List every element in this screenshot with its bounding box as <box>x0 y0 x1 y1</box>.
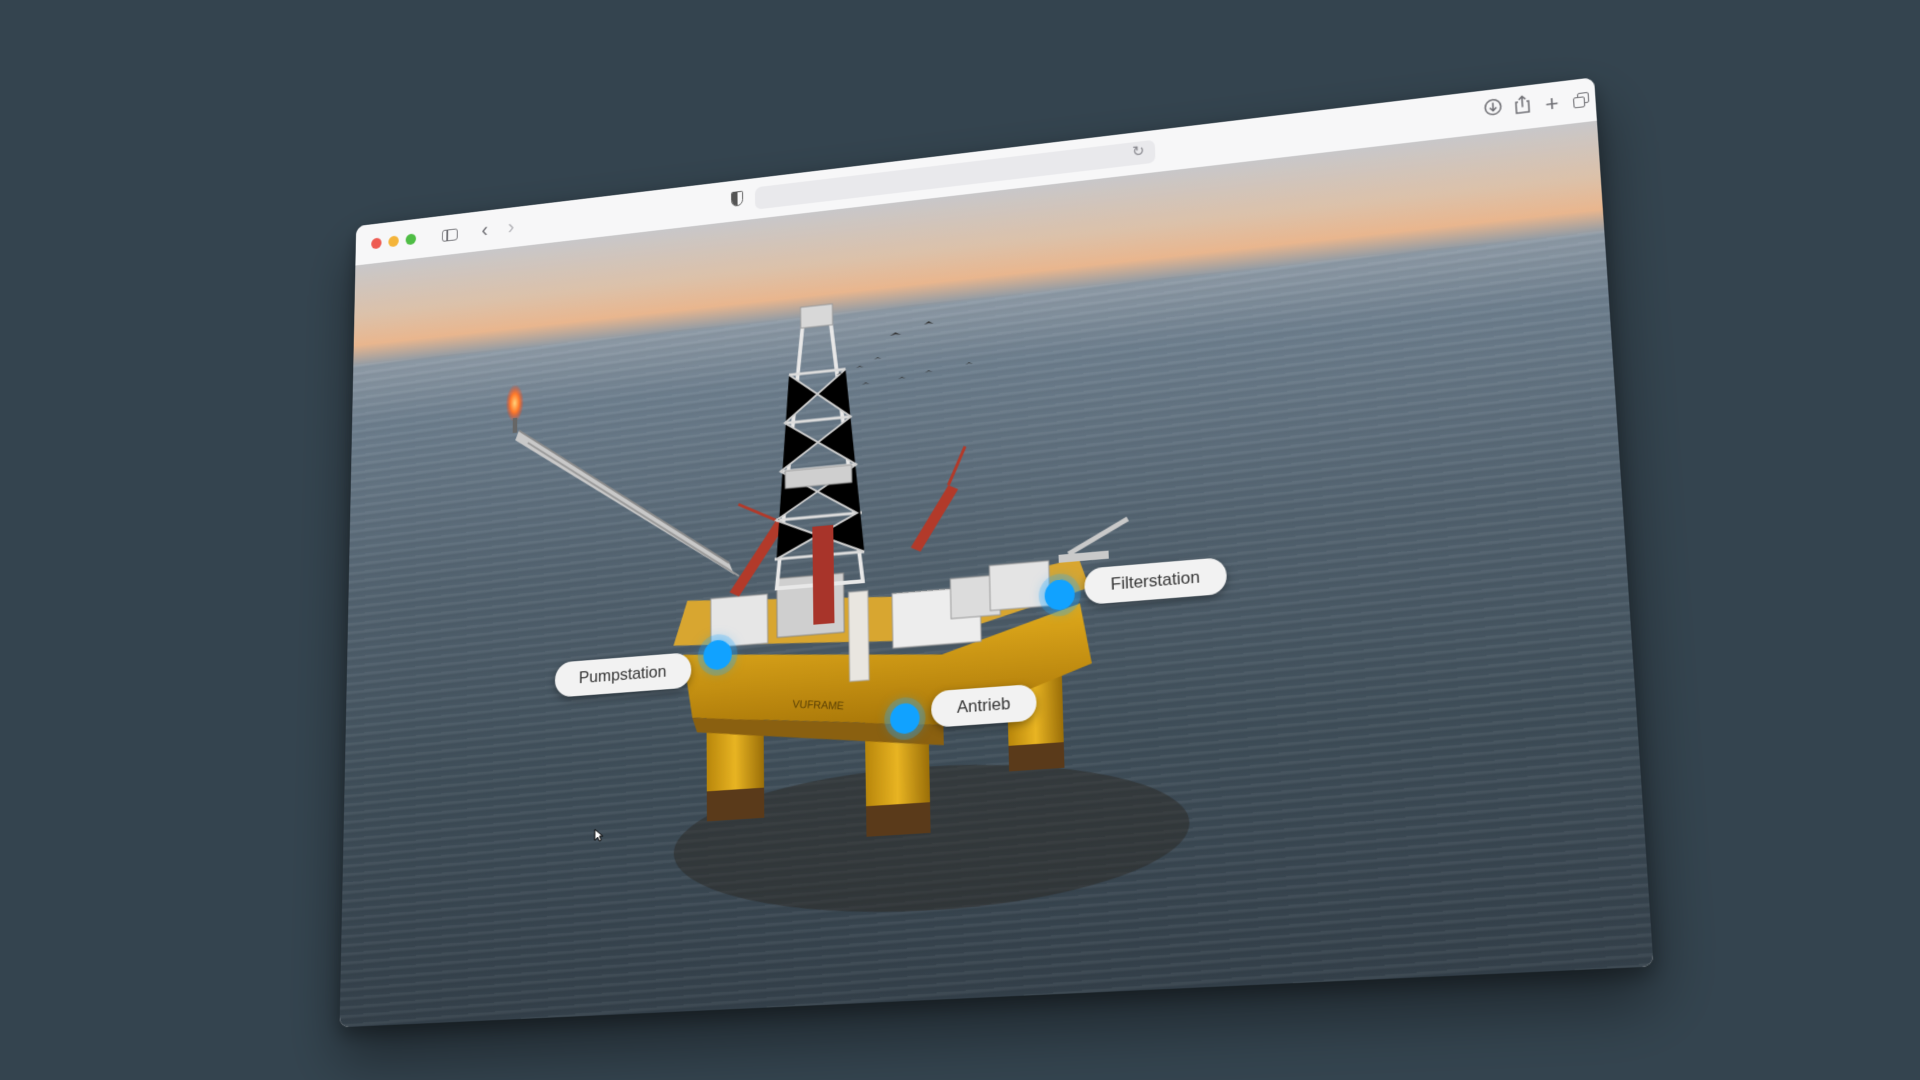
flare-boom <box>505 383 739 596</box>
shield-icon[interactable] <box>726 188 750 215</box>
label-antrieb[interactable]: Antrieb <box>930 683 1037 728</box>
minimize-button[interactable] <box>388 235 399 248</box>
platform-name-text: VUFRAME <box>792 699 845 713</box>
sidebar-icon[interactable] <box>438 222 461 248</box>
mouse-cursor-icon <box>594 828 603 843</box>
flare-flame <box>505 383 524 423</box>
new-tab-icon[interactable]: + <box>1538 90 1567 119</box>
share-icon[interactable] <box>1508 93 1537 122</box>
forward-arrow-icon[interactable]: › <box>500 214 523 240</box>
download-icon[interactable] <box>1479 97 1508 126</box>
web-viewport: VUFRAME Pumpstation Filterstation Antrie… <box>339 120 1654 1028</box>
tab-overview-icon[interactable] <box>1567 86 1596 115</box>
seagulls <box>836 320 973 385</box>
browser-window: ‹ › ↻ + VUFRAME Pumpstation Filterstatio… <box>339 77 1654 1028</box>
maximize-button[interactable] <box>405 233 417 246</box>
close-button[interactable] <box>371 237 382 250</box>
back-arrow-icon[interactable]: ‹ <box>473 217 496 243</box>
oil-platform-scene: VUFRAME <box>505 121 1193 925</box>
reload-icon[interactable]: ↻ <box>1125 138 1151 166</box>
stage: ‹ › ↻ + VUFRAME Pumpstation Filterstatio… <box>0 0 1920 1080</box>
